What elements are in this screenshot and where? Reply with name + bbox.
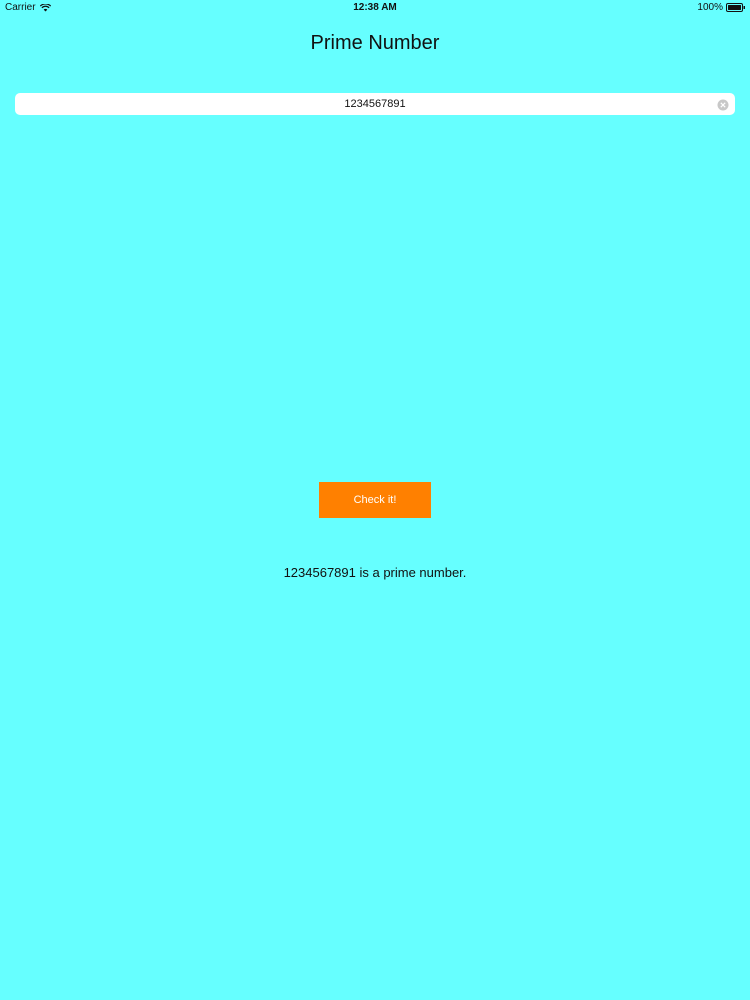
result-text: 1234567891 is a prime number. (283, 565, 467, 580)
page-title: Prime Number (310, 32, 440, 54)
number-input[interactable] (15, 93, 735, 115)
status-bar: Carrier 12:38 AM 100% (0, 0, 750, 16)
battery-icon (726, 3, 746, 12)
check-button[interactable]: Check it! (319, 482, 431, 518)
number-field[interactable] (15, 93, 735, 115)
battery-percent: 100% (697, 2, 723, 13)
status-right: 100% (697, 2, 746, 13)
status-time: 12:38 AM (353, 2, 397, 13)
clear-icon[interactable] (717, 98, 729, 111)
